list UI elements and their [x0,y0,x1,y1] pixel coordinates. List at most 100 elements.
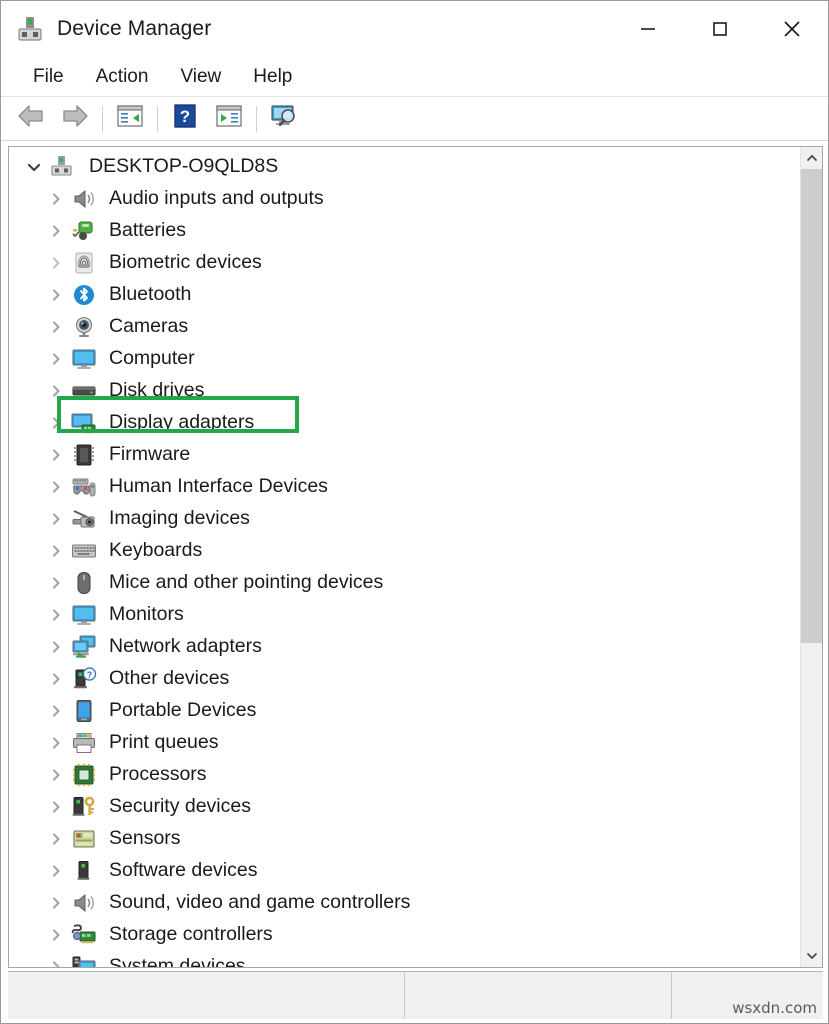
chevron-right-icon[interactable] [43,896,69,910]
tree-item-audio-inputs-and-outputs[interactable]: Audio inputs and outputs [9,183,800,215]
tree-item-other-devices[interactable]: ? Other devices [9,663,800,695]
minimize-button[interactable] [612,1,684,57]
unknown-device-icon: ? [69,666,99,692]
menu-bar: File Action View Help [1,57,828,97]
help-button[interactable]: ? [163,100,207,138]
camera-icon [69,314,99,340]
chevron-right-icon[interactable] [43,736,69,750]
close-button[interactable] [756,1,828,57]
chevron-right-icon[interactable] [43,768,69,782]
chevron-right-icon[interactable] [43,288,69,302]
tree-item-cameras[interactable]: Cameras [9,311,800,343]
tree-item-label: Cameras [109,315,189,338]
tree-item-mice-and-other-pointing-devices[interactable]: Mice and other pointing devices [9,567,800,599]
chevron-right-icon[interactable] [43,352,69,366]
forward-arrow-icon [60,103,90,134]
update-driver-button[interactable] [207,100,251,138]
system-device-icon [69,954,99,967]
chevron-right-icon[interactable] [43,928,69,942]
menu-file[interactable]: File [21,62,76,92]
tree-item-keyboards[interactable]: Keyboards [9,535,800,567]
chevron-right-icon[interactable] [43,832,69,846]
scroll-up-arrow-icon[interactable] [801,147,822,169]
disk-drive-icon [69,378,99,404]
menu-action[interactable]: Action [84,62,161,92]
menu-view[interactable]: View [168,62,233,92]
tree-item-computer[interactable]: Computer [9,343,800,375]
processor-chip-icon [69,762,99,788]
vertical-scrollbar[interactable] [800,147,822,967]
chevron-right-icon[interactable] [43,800,69,814]
chevron-right-icon[interactable] [43,576,69,590]
tree-item-sound-video-and-game-controllers[interactable]: Sound, video and game controllers [9,887,800,919]
tree-item-security-devices[interactable]: Security devices [9,791,800,823]
tree-item-display-adapters[interactable]: Display adapters [9,407,800,439]
toolbar: ? [1,97,828,141]
device-tree[interactable]: DESKTOP-O9QLD8S Audio inputs and outputs… [9,147,800,967]
tree-item-sensors[interactable]: Sensors [9,823,800,855]
tree-item-label: Display adapters [109,411,255,434]
tree-item-disk-drives[interactable]: Disk drives [9,375,800,407]
tree-item-software-devices[interactable]: Software devices [9,855,800,887]
chevron-right-icon[interactable] [43,672,69,686]
tree-item-print-queues[interactable]: Print queues [9,727,800,759]
chevron-right-icon[interactable] [43,448,69,462]
maximize-button[interactable] [684,1,756,57]
tree-item-batteries[interactable]: Batteries [9,215,800,247]
chevron-down-icon[interactable] [21,159,47,175]
chevron-right-icon[interactable] [43,512,69,526]
device-manager-window: Device Manager File Action View Help ? D… [0,0,829,1024]
tree-item-label: Security devices [109,795,251,818]
scroll-down-arrow-icon[interactable] [801,945,822,967]
chevron-right-icon[interactable] [43,480,69,494]
chevron-right-icon[interactable] [43,544,69,558]
properties-button[interactable] [108,100,152,138]
back-arrow-icon [16,103,46,134]
tree-item-biometric-devices[interactable]: Biometric devices [9,247,800,279]
chevron-right-icon[interactable] [43,384,69,398]
battery-icon [69,218,99,244]
tree-item-label: Keyboards [109,539,203,562]
computer-root-icon [47,154,77,180]
tree-item-bluetooth[interactable]: Bluetooth [9,279,800,311]
chevron-right-icon[interactable] [43,864,69,878]
tree-item-storage-controllers[interactable]: Storage controllers [9,919,800,951]
chevron-right-icon[interactable] [43,608,69,622]
tree-item-monitors[interactable]: Monitors [9,599,800,631]
chevron-right-icon[interactable] [43,416,69,430]
svg-text:?: ? [180,107,190,126]
help-question-icon: ? [172,103,198,134]
tree-item-label: Monitors [109,603,184,626]
menu-help[interactable]: Help [241,62,304,92]
toolbar-separator [256,105,257,132]
security-key-icon [69,794,99,820]
chevron-right-icon[interactable] [43,960,69,967]
back-button[interactable] [9,100,53,138]
tree-item-human-interface-devices[interactable]: Human Interface Devices [9,471,800,503]
chevron-right-icon[interactable] [43,256,69,270]
status-pane-3: wsxdn.com [671,972,823,1019]
tree-item-system-devices[interactable]: System devices [9,951,800,967]
chevron-right-icon[interactable] [43,640,69,654]
keyboard-icon [69,538,99,564]
tree-item-label: Portable Devices [109,699,257,722]
scan-hardware-button[interactable] [262,100,306,138]
tree-item-portable-devices[interactable]: Portable Devices [9,695,800,727]
status-pane-2-text [405,966,421,994]
chevron-right-icon[interactable] [43,320,69,334]
chevron-right-icon[interactable] [43,192,69,206]
tree-root-node[interactable]: DESKTOP-O9QLD8S [9,151,800,183]
tree-item-network-adapters[interactable]: Network adapters [9,631,800,663]
tree-item-label: Other devices [109,667,230,690]
status-pane-3-text [672,966,688,994]
mouse-icon [69,570,99,596]
update-driver-icon [215,103,243,134]
scrollbar-thumb[interactable] [801,169,822,643]
chevron-right-icon[interactable] [43,224,69,238]
tree-item-firmware[interactable]: Firmware [9,439,800,471]
forward-button[interactable] [53,100,97,138]
tree-item-processors[interactable]: Processors [9,759,800,791]
chevron-right-icon[interactable] [43,704,69,718]
scrollbar-track[interactable] [801,169,822,945]
tree-item-imaging-devices[interactable]: Imaging devices [9,503,800,535]
